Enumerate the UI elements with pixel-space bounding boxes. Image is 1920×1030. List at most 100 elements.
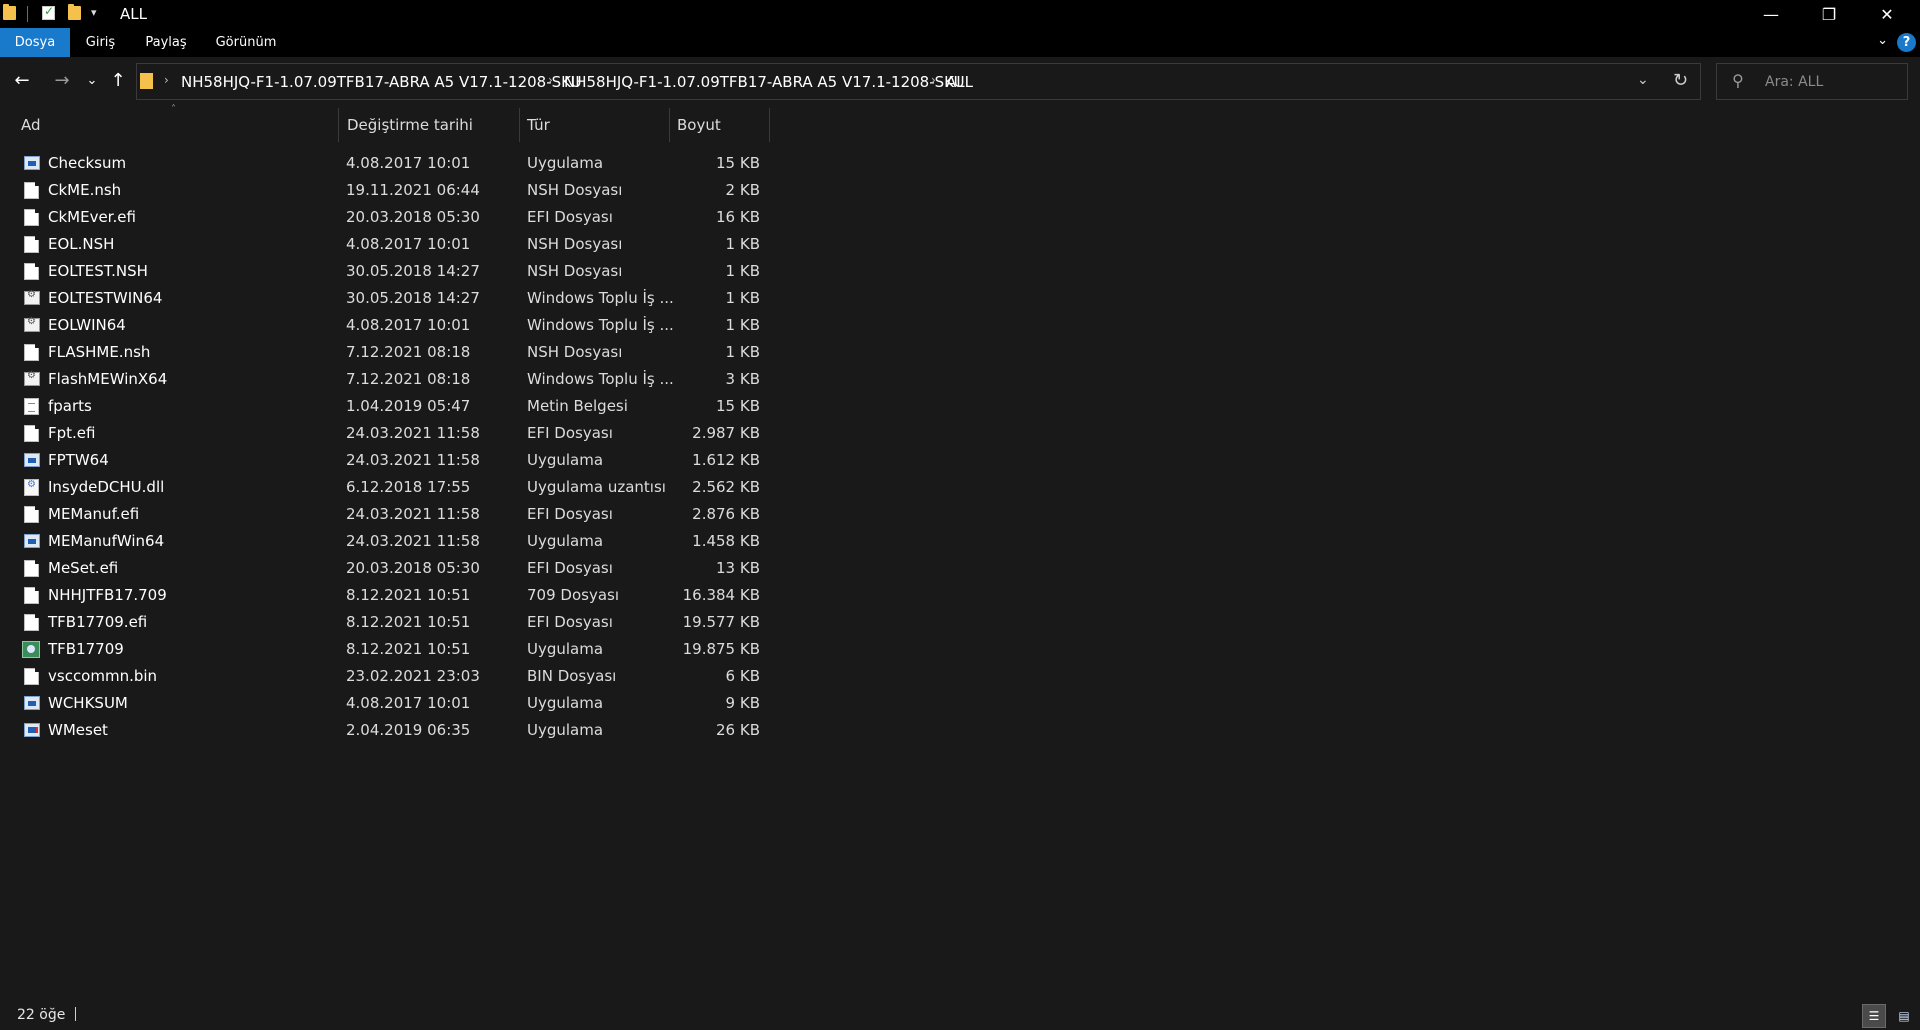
restore-button[interactable]: ❐ (1800, 0, 1858, 28)
file-name: FlashMEWinX64 (48, 370, 168, 388)
expand-ribbon-icon[interactable]: ⌄ (1877, 33, 1888, 48)
tab-file[interactable]: Dosya (0, 28, 70, 57)
table-row[interactable]: fparts 1.04.2019 05:47 Metin Belgesi 15 KB (0, 393, 770, 420)
file-type: Uygulama (527, 532, 604, 550)
column-header-date[interactable]: Değiştirme tarihi (347, 116, 473, 134)
close-button[interactable]: ✕ (1858, 0, 1916, 28)
ribbon-bar (0, 28, 1920, 57)
file-type: NSH Dosyası (527, 181, 623, 199)
column-header-name[interactable]: Ad (21, 116, 41, 134)
breadcrumb-current[interactable]: ALL (946, 73, 973, 91)
table-row[interactable]: TFB17709.efi 8.12.2021 10:51 EFI Dosyası 19… (0, 609, 770, 636)
file-type: EFI Dosyası (527, 208, 613, 226)
details-view-button[interactable]: ☰ (1862, 1004, 1886, 1028)
file-name: MEManufWin64 (48, 532, 165, 550)
file-name: TFB17709.efi (48, 613, 148, 631)
file-type: Uygulama (527, 721, 604, 739)
search-input[interactable]: Ara: ALL (1765, 74, 1823, 90)
table-row[interactable]: FlashMEWinX647.12.2021 08:18Windows Topl… (0, 366, 770, 393)
table-row[interactable]: WCHKSUM 4.08.2017 10:01 Uygulama 9 KB (0, 690, 770, 717)
file-icon (24, 425, 39, 442)
table-row[interactable]: CkMEver.efi 20.03.2018 05:30 EFI Dosyası 16… (0, 204, 770, 231)
table-row[interactable]: NHHJTFB17.709 8.12.2021 10:51 709 Dosyası 1… (0, 582, 770, 609)
file-name: InsydeDCHU.dll (48, 478, 165, 496)
column-resize-handle[interactable] (769, 108, 770, 142)
file-name: WCHKSUM (48, 694, 128, 712)
file-name: FPTW64 (48, 451, 109, 469)
window-title: ALL (120, 5, 147, 23)
table-row[interactable]: Checksum 4.08.2017 10:01 Uygulama 15 KB (0, 150, 770, 177)
dll-icon (24, 479, 39, 496)
address-dropdown-icon[interactable]: ⌄ (1637, 72, 1649, 88)
back-button[interactable]: ← (10, 70, 34, 91)
forward-button[interactable]: → (50, 70, 74, 91)
file-icon (24, 614, 39, 631)
file-size: 3 KB (725, 370, 760, 388)
file-date: 20.03.2018 05:30 (346, 559, 480, 577)
table-row[interactable]: MEManuf.efi 24.03.2021 11:58 EFI Dosyası 2.… (0, 501, 770, 528)
column-resize-handle[interactable] (338, 108, 339, 142)
column-header-type[interactable]: Tür (527, 116, 550, 134)
file-type: Uygulama uzantısı (527, 478, 666, 496)
quick-access-dropdown-icon[interactable]: ▾ (91, 6, 97, 19)
column-header-size[interactable]: Boyut (677, 116, 721, 134)
file-size: 1 KB (725, 235, 760, 253)
table-row[interactable]: MEManufWin64 24.03.2021 11:58 Uygulama 1.45… (0, 528, 770, 555)
column-resize-handle[interactable] (519, 108, 520, 142)
file-size: 19.875 KB (682, 640, 760, 658)
help-icon[interactable]: ? (1897, 33, 1916, 52)
file-name: Fpt.efi (48, 424, 96, 442)
breadcrumb-separator[interactable]: › (164, 73, 169, 87)
table-row[interactable]: vsccommn.bin 23.02.2021 23:03 BIN Dosyası 6… (0, 663, 770, 690)
breadcrumb-item[interactable]: NH58HJQ-F1-1.07.09TFB17-ABRA A5 V17.1-12… (181, 73, 582, 91)
file-date: 30.05.2018 14:27 (346, 289, 480, 307)
properties-icon[interactable] (42, 4, 55, 20)
table-row[interactable]: FLASHME.nsh 7.12.2021 08:18 NSH Dosyası 1 K… (0, 339, 770, 366)
file-name: NHHJTFB17.709 (48, 586, 167, 604)
table-row[interactable]: TFB17709 8.12.2021 10:51 Uygulama 19.875 KB (0, 636, 770, 663)
file-date: 2.04.2019 06:35 (346, 721, 471, 739)
status-bar (0, 1000, 1920, 1030)
table-row[interactable]: Fpt.efi 24.03.2021 11:58 EFI Dosyası 2.987 … (0, 420, 770, 447)
file-type: EFI Dosyası (527, 613, 613, 631)
file-type: EFI Dosyası (527, 559, 613, 577)
breadcrumb-separator[interactable]: › (931, 73, 936, 87)
up-button[interactable]: ↑ (106, 70, 130, 91)
file-date: 6.12.2018 17:55 (346, 478, 471, 496)
refresh-icon[interactable]: ↻ (1673, 70, 1688, 91)
table-row[interactable]: CkME.nsh 19.11.2021 06:44 NSH Dosyası 2 KB (0, 177, 770, 204)
large-icons-view-button[interactable]: ▤ (1892, 1004, 1916, 1028)
breadcrumb-item[interactable]: NH58HJQ-F1-1.07.09TFB17-ABRA A5 V17.1-12… (564, 73, 965, 91)
file-size: 1.612 KB (692, 451, 760, 469)
recent-locations-button[interactable]: ⌄ (80, 73, 104, 88)
file-type: NSH Dosyası (527, 343, 623, 361)
table-row[interactable]: InsydeDCHU.dll 6.12.2018 17:55 Uygulama uz… (0, 474, 770, 501)
quick-access-separator (27, 6, 28, 22)
table-row[interactable]: MeSet.efi 20.03.2018 05:30 EFI Dosyası 13 K… (0, 555, 770, 582)
table-row[interactable]: EOLTESTWIN6430.05.2018 14:27Windows Topl… (0, 285, 770, 312)
tab-share[interactable]: Paylaş (139, 28, 193, 57)
table-row[interactable]: FPTW64 24.03.2021 11:58 Uygulama 1.612 KB (0, 447, 770, 474)
file-date: 7.12.2021 08:18 (346, 370, 471, 388)
minimize-button[interactable]: — (1742, 0, 1800, 28)
application-icon (24, 534, 40, 548)
file-size: 16.384 KB (682, 586, 760, 604)
column-resize-handle[interactable] (669, 108, 670, 142)
tab-home[interactable]: Giriş (78, 28, 123, 57)
file-icon (24, 344, 39, 361)
table-row[interactable]: EOLWIN644.08.2017 10:01Windows Toplu İş … (0, 312, 770, 339)
file-name: MEManuf.efi (48, 505, 140, 523)
file-type: BIN Dosyası (527, 667, 617, 685)
file-icon (24, 668, 39, 685)
new-folder-icon[interactable] (68, 4, 81, 20)
file-size: 2.876 KB (692, 505, 760, 523)
table-row[interactable]: EOL.NSH 4.08.2017 10:01 NSH Dosyası 1 KB (0, 231, 770, 258)
file-date: 24.03.2021 11:58 (346, 505, 480, 523)
table-row[interactable]: EOLTEST.NSH 30.05.2018 14:27 NSH Dosyası 1 … (0, 258, 770, 285)
file-type: NSH Dosyası (527, 235, 623, 253)
file-type: Uygulama (527, 451, 604, 469)
tab-view[interactable]: Görünüm (212, 28, 280, 57)
table-row[interactable]: WMeset 2.04.2019 06:35 Uygulama 26 KB (0, 717, 770, 744)
file-date: 8.12.2021 10:51 (346, 640, 471, 658)
breadcrumb-separator[interactable]: › (548, 73, 553, 87)
